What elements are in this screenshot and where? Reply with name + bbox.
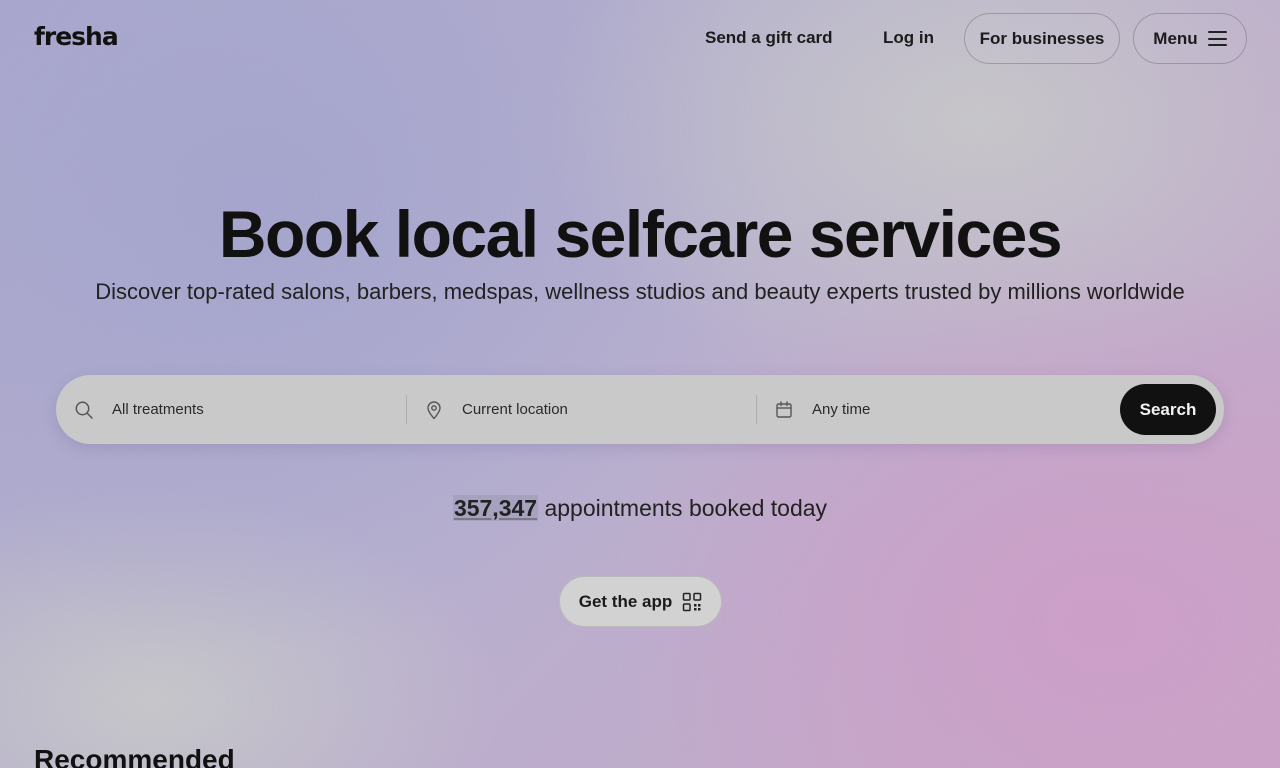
menu-button[interactable]: Menu	[1133, 13, 1247, 64]
qr-code-icon	[683, 592, 702, 611]
fresha-logo[interactable]: fresha	[34, 22, 119, 51]
location-pin-icon	[427, 400, 441, 420]
hero-title: Book local selfcare services	[218, 197, 1063, 271]
hero-subtitle: Discover top-rated salons, barbers, meds…	[95, 279, 1185, 304]
send-gift-card-link[interactable]: Send a gift card	[705, 28, 833, 48]
treatments-field[interactable]: All treatments	[74, 375, 404, 444]
for-businesses-button[interactable]: For businesses	[964, 13, 1120, 64]
appointments-label: appointments booked today	[538, 495, 828, 521]
get-the-app-label: Get the app	[578, 591, 673, 611]
location-value: Current location	[462, 401, 568, 418]
treatments-value: All treatments	[112, 401, 204, 418]
menu-label: Menu	[1153, 28, 1198, 48]
hamburger-icon	[1207, 31, 1227, 46]
search-divider	[406, 395, 407, 424]
search-button[interactable]: Search	[1120, 384, 1216, 435]
appointments-count: 357,347	[452, 495, 539, 521]
search-bar: All treatments Current location Any time…	[56, 375, 1224, 444]
search-icon	[75, 401, 93, 419]
log-in-link[interactable]: Log in	[883, 28, 934, 48]
get-the-app-button[interactable]: Get the app	[559, 576, 722, 627]
time-value: Any time	[812, 401, 871, 418]
recommended-heading: Recommended	[34, 744, 235, 768]
time-field[interactable]: Any time	[774, 375, 1104, 444]
top-nav: fresha Send a gift card Log in For busin…	[0, 0, 1280, 78]
calendar-icon	[776, 400, 792, 418]
search-divider	[756, 395, 757, 424]
location-field[interactable]: Current location	[424, 375, 754, 444]
appointments-stat: 357,347 appointments booked today	[0, 495, 1280, 522]
for-businesses-label: For businesses	[979, 28, 1105, 48]
